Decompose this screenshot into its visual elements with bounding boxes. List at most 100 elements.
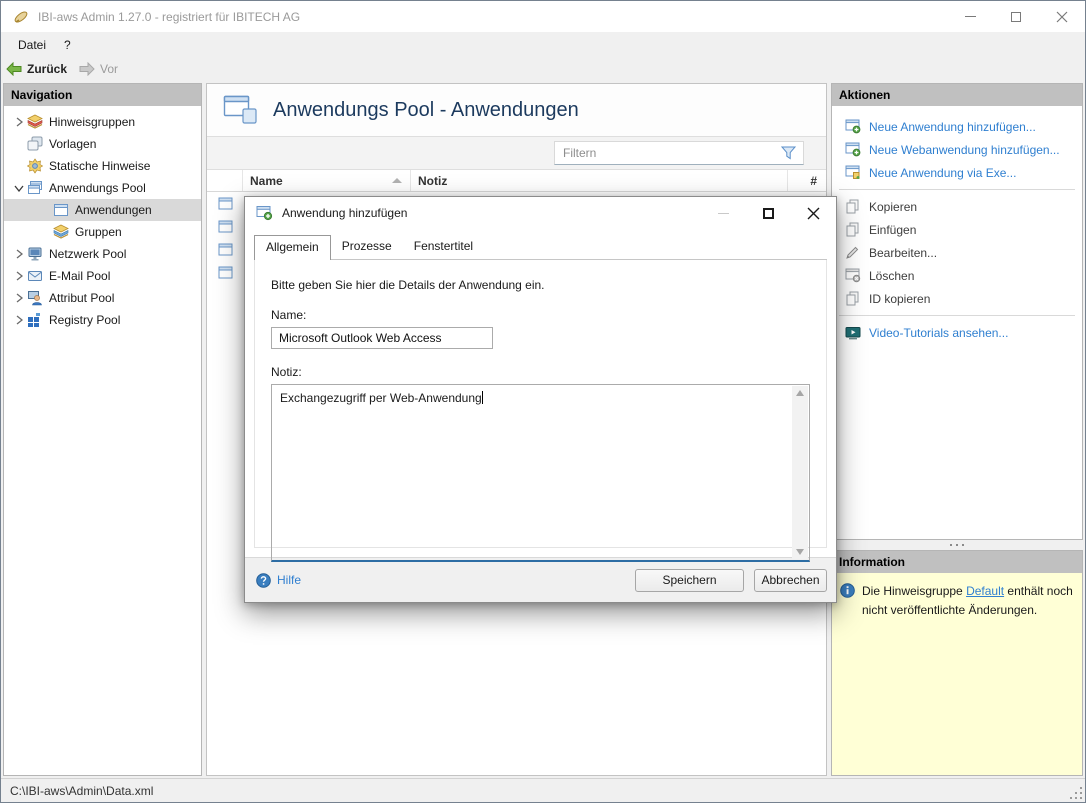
menu-bar: Datei ? — [1, 32, 1085, 57]
dialog-footer: Hilfe Speichern Abbrechen — [245, 557, 836, 602]
action-label: ID kopieren — [869, 291, 931, 306]
app-logo-icon — [13, 9, 30, 25]
edit-pencil-icon — [844, 245, 861, 260]
dialog-controls — [701, 197, 836, 229]
nav-item-attribut-pool[interactable]: Attribut Pool — [4, 287, 201, 309]
nav-item-label: Netzwerk Pool — [49, 247, 127, 261]
name-field[interactable] — [271, 327, 493, 349]
filter-input[interactable] — [555, 146, 781, 160]
action-delete[interactable]: Löschen — [832, 264, 1082, 287]
action-new-webapplication[interactable]: Neue Webanwendung hinzufügen... — [832, 138, 1082, 161]
information-panel: Information Die Hinweisgruppe Default en… — [831, 550, 1083, 776]
info-icon — [840, 583, 855, 598]
action-copy-id[interactable]: ID kopieren — [832, 287, 1082, 310]
application-row-icon — [207, 243, 243, 256]
chevron-right-icon[interactable] — [12, 117, 26, 127]
action-video-tutorials[interactable]: Video-Tutorials ansehen... — [832, 321, 1082, 344]
menu-help[interactable]: ? — [55, 35, 80, 55]
maximize-button[interactable] — [993, 1, 1039, 32]
action-label: Video-Tutorials ansehen... — [869, 325, 1009, 340]
action-paste[interactable]: Einfügen — [832, 218, 1082, 241]
tab-page-allgemein: Bitte geben Sie hier die Details der Anw… — [254, 260, 827, 562]
column-notiz[interactable]: Notiz — [411, 170, 788, 191]
applications-large-icon — [223, 95, 259, 125]
dialog-title-bar: Anwendung hinzufügen — [245, 197, 836, 229]
nav-item-label: Attribut Pool — [49, 291, 115, 305]
chevron-right-icon[interactable] — [12, 271, 26, 281]
menu-datei[interactable]: Datei — [9, 35, 55, 55]
minimize-icon — [964, 16, 976, 17]
status-bar: C:\IBI-aws\Admin\Data.xml — [1, 778, 1085, 802]
dialog-close-button[interactable] — [791, 197, 836, 229]
sort-ascending-icon — [392, 178, 402, 183]
notiz-field[interactable]: Exchangezugriff per Web-Anwendung — [271, 384, 810, 562]
video-tutorials-icon — [844, 326, 861, 340]
dialog-minimize-button[interactable] — [701, 197, 746, 229]
copy-id-icon — [844, 291, 861, 306]
nav-item-hinweisgruppen[interactable]: Hinweisgruppen — [4, 111, 201, 133]
applications-icon — [52, 202, 69, 218]
application-pool-icon — [26, 180, 43, 196]
chevron-right-icon[interactable] — [12, 315, 26, 325]
back-button[interactable]: Zurück — [6, 62, 67, 76]
chevron-right-icon[interactable] — [12, 293, 26, 303]
minimize-button[interactable] — [947, 1, 993, 32]
information-header: Information — [832, 551, 1082, 573]
column-count-label: # — [810, 173, 817, 188]
nav-item-anwendungen[interactable]: Anwendungen — [4, 199, 201, 221]
chevron-right-icon[interactable] — [12, 249, 26, 259]
tab-allgemein[interactable]: Allgemein — [254, 235, 331, 260]
page-header: Anwendungs Pool - Anwendungen — [207, 84, 826, 136]
nav-item-email-pool[interactable]: E-Mail Pool — [4, 265, 201, 287]
action-new-application-via-exe[interactable]: Neue Anwendung via Exe... — [832, 161, 1082, 184]
default-group-link[interactable]: Default — [966, 584, 1004, 598]
actions-list: Neue Anwendung hinzufügen... Neue Webanw… — [832, 106, 1082, 344]
nav-item-statische-hinweise[interactable]: Statische Hinweise — [4, 155, 201, 177]
right-panel: Aktionen Neue Anwendung hinzufügen... Ne… — [831, 83, 1083, 776]
email-pool-icon — [26, 268, 43, 284]
action-new-application[interactable]: Neue Anwendung hinzufügen... — [832, 115, 1082, 138]
notiz-scrollbar[interactable] — [792, 386, 808, 559]
forward-button[interactable]: Vor — [79, 62, 118, 76]
close-button[interactable] — [1039, 1, 1085, 32]
tab-fenstertitel[interactable]: Fenstertitel — [403, 235, 484, 259]
nav-item-gruppen[interactable]: Gruppen — [4, 221, 201, 243]
chevron-down-icon[interactable] — [12, 185, 26, 192]
dialog-intro-text: Bitte geben Sie hier die Details der Anw… — [271, 278, 545, 292]
panel-splitter-handle[interactable] — [831, 540, 1083, 550]
navigation-panel: Navigation Hinweisgruppen Vorlagen Stati… — [3, 83, 202, 776]
save-button[interactable]: Speichern — [635, 568, 744, 592]
filter-zone — [207, 136, 826, 170]
application-row-icon — [207, 197, 243, 210]
dialog-maximize-button[interactable] — [746, 197, 791, 229]
nav-item-label: Anwendungs Pool — [49, 181, 146, 195]
cancel-button[interactable]: Abbrechen — [754, 568, 827, 592]
action-copy[interactable]: Kopieren — [832, 195, 1082, 218]
nav-item-label: Registry Pool — [49, 313, 121, 327]
nav-item-label: E-Mail Pool — [49, 269, 111, 283]
nav-item-label: Hinweisgruppen — [49, 115, 136, 129]
filter-icon[interactable] — [781, 146, 796, 160]
text-caret — [481, 391, 483, 404]
network-pool-icon — [26, 246, 43, 262]
column-count[interactable]: # — [788, 170, 826, 191]
column-name[interactable]: Name — [243, 170, 411, 191]
add-application-dialog: Anwendung hinzufügen Allgemein Prozesse … — [244, 196, 837, 603]
close-icon — [1056, 11, 1068, 22]
nav-item-registry-pool[interactable]: Registry Pool — [4, 309, 201, 331]
scroll-down-icon[interactable] — [796, 549, 804, 555]
copy-icon — [844, 199, 861, 214]
name-label: Name: — [271, 308, 307, 322]
resize-grip[interactable] — [1070, 787, 1082, 799]
help-link[interactable]: Hilfe — [256, 572, 302, 588]
tab-prozesse[interactable]: Prozesse — [331, 235, 403, 259]
action-edit[interactable]: Bearbeiten... — [832, 241, 1082, 264]
help-label: Hilfe — [277, 573, 302, 587]
nav-item-vorlagen[interactable]: Vorlagen — [4, 133, 201, 155]
action-label: Neue Anwendung hinzufügen... — [869, 119, 1036, 134]
close-icon — [807, 207, 820, 219]
scroll-up-icon[interactable] — [796, 390, 804, 396]
nav-item-netzwerk-pool[interactable]: Netzwerk Pool — [4, 243, 201, 265]
back-arrow-icon — [6, 62, 22, 76]
nav-item-anwendungs-pool[interactable]: Anwendungs Pool — [4, 177, 201, 199]
